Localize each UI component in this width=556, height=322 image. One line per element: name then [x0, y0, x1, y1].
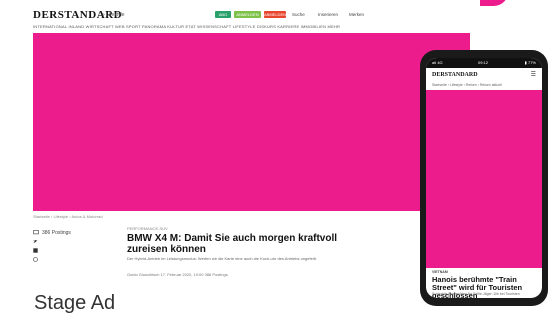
- status-time: 09:12: [478, 60, 489, 65]
- desktop-share-sidebar: 386 Postings: [33, 228, 71, 264]
- desktop-nav[interactable]: INTERNATIONAL INLAND WIRTSCHAFT WEB SPOR…: [33, 24, 340, 29]
- comment-icon: [33, 230, 39, 235]
- article-title[interactable]: BMW X4 M: Damit Sie auch morgen kraftvol…: [127, 233, 367, 255]
- whatsapp-icon: [33, 257, 38, 262]
- share-facebook[interactable]: [33, 246, 71, 255]
- login-button[interactable]: ANMELDEN: [234, 11, 261, 18]
- abo-button[interactable]: ABO: [215, 11, 231, 18]
- desktop-section-label[interactable]: » Lifestyle: [102, 12, 125, 18]
- phone-status-bar: atl 4G 09:12 ▮ 77%: [426, 58, 542, 68]
- phone-mockup: atl 4G 09:12 ▮ 77% DERSTANDARD ☰ Startse…: [420, 50, 548, 306]
- stage-ad-caption: Stage Ad: [34, 292, 116, 314]
- phone-logo[interactable]: DERSTANDARD: [432, 72, 478, 78]
- facebook-icon: [33, 248, 38, 253]
- desktop-header: DERSTANDARD » Lifestyle ABO ANMELDEN ABM…: [0, 0, 470, 30]
- desktop-stage-ad[interactable]: [33, 33, 470, 211]
- desktop-mockup: DERSTANDARD » Lifestyle ABO ANMELDEN ABM…: [0, 0, 480, 277]
- desktop-breadcrumb[interactable]: Startseite › Lifestyle › Autos & Motorra…: [33, 214, 103, 219]
- bookmark-link[interactable]: Merken: [349, 12, 364, 17]
- phone-stage-ad[interactable]: [426, 90, 542, 268]
- article-lead: Der Hybrid-Antrieb im Leistungsmodus: We…: [127, 256, 317, 261]
- signal-indicator: atl 4G: [432, 60, 443, 65]
- logout-button[interactable]: ABMELDEN: [264, 11, 286, 18]
- phone-breadcrumb[interactable]: Startseite › Lifestyle › Reisen › Reisen…: [432, 83, 502, 87]
- advertise-link[interactable]: Inserieren: [318, 12, 338, 17]
- share-whatsapp[interactable]: [33, 255, 71, 264]
- phone-article-kicker: VIETNAM: [432, 270, 448, 274]
- phone-article-lead: Schlechte Nachrichten für Selfie-Jäger: …: [432, 292, 520, 296]
- battery-indicator: ▮ 77%: [524, 60, 536, 65]
- search-link[interactable]: Suche: [292, 12, 305, 17]
- phone-screen: atl 4G 09:12 ▮ 77% DERSTANDARD ☰ Startse…: [426, 58, 542, 298]
- menu-icon[interactable]: ☰: [531, 71, 536, 78]
- article-meta: Guido Gluschitsch 17. Februar 2020, 10:0…: [127, 272, 228, 277]
- article-kicker: PERFORMANCE-SUV: [127, 226, 168, 231]
- twitter-icon: [33, 239, 38, 243]
- share-twitter[interactable]: [33, 237, 71, 246]
- postings-count[interactable]: 386 Postings: [33, 228, 71, 237]
